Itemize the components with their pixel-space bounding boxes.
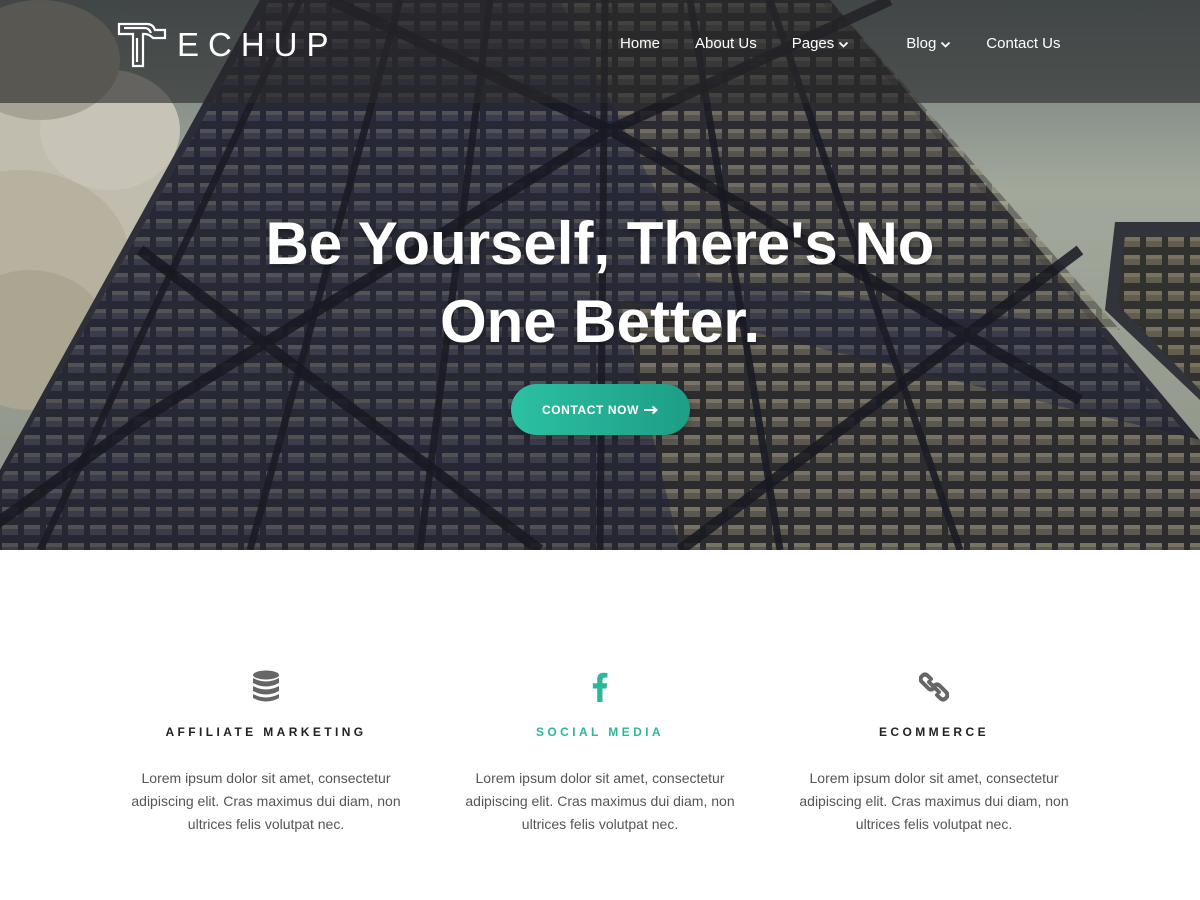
site-logo[interactable]: ECHUP: [117, 20, 338, 70]
feature-text: Lorem ipsum dolor sit amet, consectetur …: [131, 770, 401, 832]
feature-text: Lorem ipsum dolor sit amet, consectetur …: [799, 770, 1069, 832]
nav-item-about-us[interactable]: About Us: [695, 34, 757, 54]
link-icon: [919, 672, 949, 702]
feature-icon-wrap: [450, 670, 750, 704]
hero-title-line-2: One Better.: [439, 288, 761, 355]
nav-item-pages[interactable]: Pages: [792, 34, 850, 54]
nav-item-label: Contact Us: [986, 35, 1061, 52]
nav-item-label: About Us: [695, 35, 757, 52]
nav-item-label: Blog: [906, 35, 937, 52]
nav-item-label: Pages: [791, 35, 835, 52]
database-icon: [253, 670, 279, 702]
stylized-t-logo-icon: [117, 22, 167, 68]
contact-now-button[interactable]: CONTACT NOW: [511, 384, 690, 435]
feature-text: Lorem ipsum dolor sit amet, consectetur …: [465, 770, 735, 832]
nav-item-home[interactable]: Home: [620, 34, 660, 54]
chevron-down-icon: [839, 41, 849, 48]
feature-title: ECOMMERCE: [879, 725, 989, 739]
arrow-right-icon: [644, 405, 659, 414]
nav-item-label: Home: [620, 35, 661, 52]
feature-icon-wrap: [784, 670, 1084, 704]
logo-text: ECHUP: [177, 26, 338, 63]
main-nav: Home About Us Pages Blog Contact Us: [620, 34, 1061, 54]
hero-section: ECHUP Home About Us Pages Blog Contact U…: [0, 0, 1200, 550]
features-section: AFFILIATE MARKETING Lorem ipsum dolor si…: [0, 550, 1200, 900]
hero-title-line-1: Be Yourself, There's No: [265, 210, 935, 277]
nav-item-contact-us[interactable]: Contact Us: [986, 34, 1060, 54]
feature-card: ECOMMERCE Lorem ipsum dolor sit amet, co…: [784, 670, 1084, 836]
feature-card: AFFILIATE MARKETING Lorem ipsum dolor si…: [116, 670, 416, 836]
nav-item-blog[interactable]: Blog: [906, 34, 951, 54]
cta-label: CONTACT NOW: [541, 402, 640, 417]
chevron-down-icon: [941, 41, 951, 48]
top-navbar: ECHUP Home About Us Pages Blog Contact U…: [0, 0, 1200, 103]
feature-title: SOCIAL MEDIA: [536, 725, 664, 739]
facebook-icon: [592, 672, 608, 702]
feature-icon-wrap: [116, 670, 416, 704]
feature-title: AFFILIATE MARKETING: [165, 725, 367, 739]
feature-card: SOCIAL MEDIA Lorem ipsum dolor sit amet,…: [450, 670, 750, 836]
hero-title: Be Yourself, There's No One Better.: [0, 205, 1200, 361]
